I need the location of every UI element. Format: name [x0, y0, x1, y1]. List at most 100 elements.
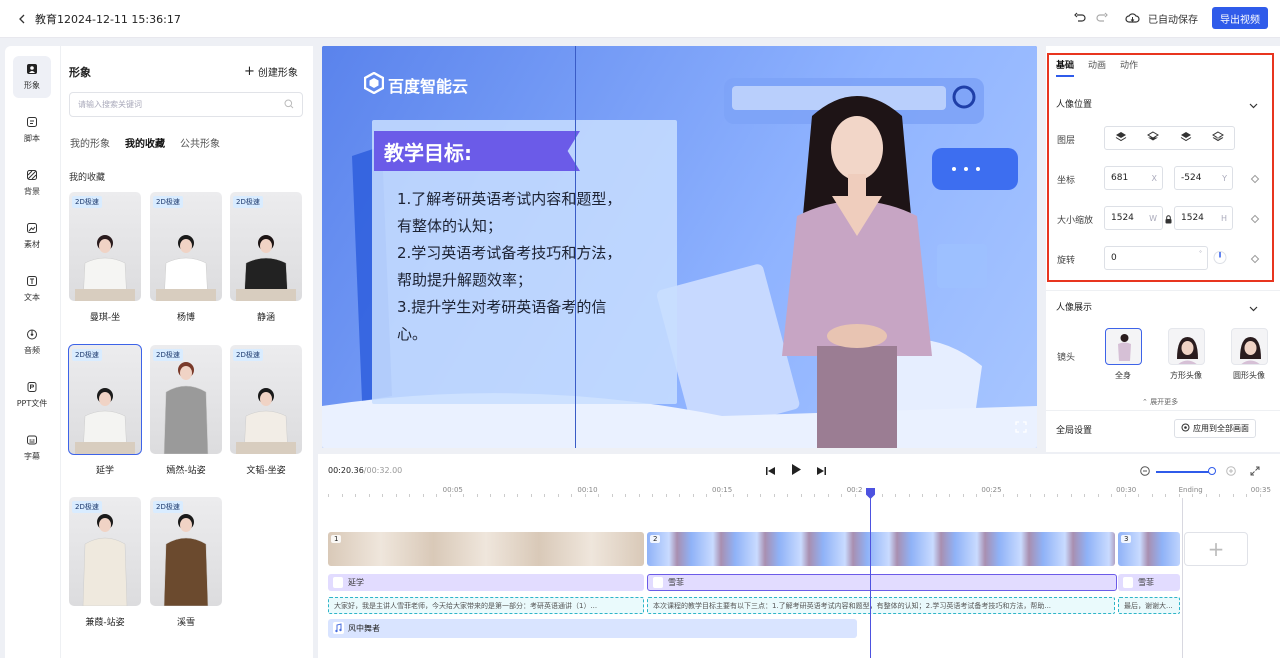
round-head-thumbnail-icon	[1240, 337, 1261, 364]
fit-timeline-icon[interactable]	[1250, 465, 1260, 479]
lens-full-body[interactable]	[1105, 328, 1142, 365]
back-arrow-icon[interactable]	[11, 8, 33, 30]
zoom-slider-knob[interactable]	[1208, 467, 1216, 475]
add-clip-button[interactable]: +	[1184, 532, 1248, 566]
ruler-tick	[1138, 494, 1139, 497]
avatar-thumb-icon	[1123, 577, 1133, 588]
global-settings-label: 全局设置	[1056, 426, 1093, 436]
ruler-tick	[1043, 494, 1045, 497]
ruler-tick	[1030, 494, 1031, 497]
clip-segment[interactable]: 1	[328, 532, 644, 566]
keyframe-diamond-icon[interactable]	[1250, 254, 1260, 264]
avatar-icon	[26, 63, 38, 77]
keyframe-diamond-icon[interactable]	[1250, 214, 1260, 224]
rotation-input[interactable]: 0 °	[1104, 246, 1208, 270]
ruler-tick	[1246, 494, 1247, 497]
nav-item-subtitle[interactable]: 字幕	[13, 427, 51, 469]
zoom-in-icon[interactable]	[1226, 465, 1236, 479]
width-input[interactable]: 1524 W	[1104, 206, 1163, 230]
avatar-card[interactable]: 2D极速 曼琪-坐	[69, 192, 141, 323]
x-coordinate-input[interactable]: 681 X	[1104, 166, 1163, 190]
time-display: 00:20.36/00:32.00	[328, 466, 402, 475]
nav-item-ppt[interactable]: PPT文件	[13, 374, 51, 416]
search-input[interactable]: 请输入搜索关键词	[69, 92, 303, 117]
apply-to-all-button[interactable]: 应用到全部画面	[1174, 419, 1256, 438]
y-coordinate-input[interactable]: -524 Y	[1174, 166, 1233, 190]
portrait-display-section[interactable]: 人像展示	[1056, 300, 1092, 313]
keyframe-diamond-icon[interactable]	[1250, 174, 1260, 184]
avatar-card[interactable]: 2D极速 溪雪	[150, 497, 222, 628]
ruler-tick	[490, 494, 491, 497]
ruler-tick	[355, 494, 356, 497]
send-to-back-icon[interactable]	[1211, 131, 1224, 145]
zoom-slider[interactable]	[1156, 467, 1216, 475]
chevron-down-icon[interactable]	[1249, 301, 1258, 315]
time-ruler[interactable]: 00:05 00:10 00:15 00:2 00:25 00:30 Ending 00:35	[318, 484, 1280, 498]
clip-segment[interactable]: 2	[647, 532, 1115, 566]
avatar-card[interactable]: 2D极速 杨博	[150, 192, 222, 323]
caption-segment[interactable]: 大家好，我是主讲人雪菲老师，今天给大家带来的是第一部分：考研英语通讲（1）...	[328, 597, 644, 614]
expand-more-button[interactable]: ⌃ 展开更多	[1142, 397, 1178, 407]
avatar-card[interactable]: 2D极速 延学	[68, 344, 142, 476]
nav-item-script[interactable]: 脚本	[13, 109, 51, 151]
lens-label: 镜头	[1057, 353, 1076, 363]
music-note-icon	[333, 622, 344, 636]
nav-item-avatar[interactable]: 形象	[13, 56, 51, 98]
rotation-dial-icon[interactable]	[1213, 249, 1227, 269]
create-avatar-button[interactable]: + 创建形象	[244, 64, 298, 79]
ruler-tick	[760, 494, 761, 497]
ruler-tick	[1057, 494, 1058, 497]
undo-icon[interactable]	[1073, 11, 1087, 25]
autosave-status: 已自动保存	[1148, 14, 1198, 26]
avatar-card[interactable]: 2D极速 静涵	[230, 192, 302, 323]
avatar-track-segment[interactable]: 雪菲	[647, 574, 1117, 591]
tab-action[interactable]: 动作	[1120, 58, 1138, 77]
avatar-card-name: 兼葭-站姿	[85, 618, 125, 628]
aspect-lock-icon[interactable]	[1165, 213, 1172, 227]
export-video-button[interactable]: 导出视频	[1212, 7, 1268, 29]
avatar-figure-icon	[236, 235, 296, 301]
send-backward-icon[interactable]	[1180, 131, 1192, 145]
ruler-tick	[1192, 494, 1193, 497]
bring-forward-icon[interactable]	[1147, 131, 1160, 145]
lens-square-head[interactable]	[1168, 328, 1205, 365]
avatar-card[interactable]: 2D极速 文韬-坐姿	[230, 345, 302, 476]
caption-segment[interactable]: 本次课程的教学目标主要有以下三点：1.了解考研英语考试内容和题型，有整体的认知；…	[647, 597, 1115, 614]
presenter-avatar[interactable]	[772, 86, 942, 448]
redo-icon[interactable]	[1095, 11, 1109, 25]
play-icon[interactable]	[791, 464, 801, 478]
nav-item-audio[interactable]: 音频	[13, 321, 51, 363]
caption-segment[interactable]: 最后，谢谢大...	[1118, 597, 1180, 614]
avatar-card[interactable]: 2D极速 嫣然-站姿	[150, 345, 222, 476]
nav-item-background[interactable]: 背景	[13, 162, 51, 204]
nav-item-text[interactable]: 文本	[13, 268, 51, 310]
audio-icon	[26, 328, 38, 342]
tab-public-avatars[interactable]: 公共形象	[180, 135, 220, 150]
tab-basic[interactable]: 基础	[1056, 58, 1075, 77]
tab-favorites[interactable]: 我的收藏	[125, 135, 165, 150]
ruler-tick	[1151, 494, 1153, 497]
clip-segment[interactable]: 3	[1118, 532, 1180, 566]
tab-my-avatars[interactable]: 我的形象	[70, 135, 110, 150]
bring-to-front-icon[interactable]	[1115, 131, 1127, 145]
x-unit: X	[1151, 173, 1157, 183]
chevron-down-icon[interactable]	[1249, 98, 1258, 112]
music-track-segment[interactable]: 风中舞者	[328, 619, 857, 638]
slide-text-line: 3.提升学生对考研英语备考的信	[397, 298, 607, 316]
ruler-tick-label: Ending	[1178, 486, 1203, 494]
skip-previous-icon[interactable]	[766, 464, 775, 478]
avatar-card[interactable]: 2D极速 兼葭-站姿	[69, 497, 141, 628]
lens-round-head[interactable]	[1231, 328, 1268, 365]
height-input[interactable]: 1524 H	[1174, 206, 1233, 230]
nav-item-material[interactable]: 素材	[13, 215, 51, 257]
preview-canvas[interactable]: 百度智能云 教学目标: 1.了解考研英语考试内容和题型， 有整体的认知； 2.学习英…	[322, 46, 1037, 448]
tab-animation[interactable]: 动画	[1088, 58, 1106, 77]
skip-next-icon[interactable]	[817, 464, 826, 478]
lens-round-head-label: 圆形头像	[1233, 371, 1265, 380]
fullscreen-icon[interactable]	[1015, 421, 1027, 436]
properties-tabs: 基础 动画 动作	[1056, 58, 1138, 77]
portrait-position-section[interactable]: 人像位置	[1056, 97, 1092, 110]
zoom-out-icon[interactable]	[1140, 465, 1150, 479]
avatar-track-segment[interactable]: 延学	[328, 574, 644, 591]
avatar-track-segment[interactable]: 雪菲	[1118, 574, 1180, 591]
